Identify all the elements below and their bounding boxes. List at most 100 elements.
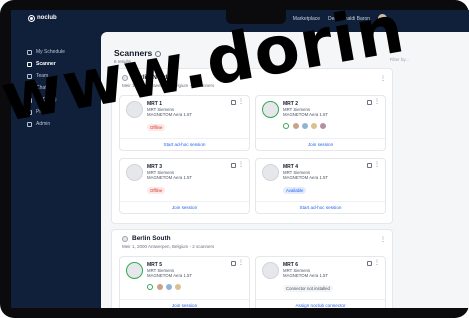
- calendar-icon[interactable]: [231, 261, 236, 266]
- team-icon: [27, 73, 32, 79]
- scanner-image: [126, 262, 143, 279]
- calendar-icon[interactable]: [231, 100, 236, 105]
- main-content: Scanners 6 results Filter by... Berlin N…: [101, 32, 469, 308]
- status-badge: Offline: [147, 124, 166, 131]
- building-icon: [122, 74, 128, 81]
- scanner-icon: [27, 61, 32, 67]
- calendar-icon[interactable]: [367, 163, 372, 168]
- more-icon[interactable]: ⋮: [380, 236, 386, 243]
- join-session-button[interactable]: Join session: [256, 138, 385, 150]
- page-title: Scanners: [114, 48, 162, 58]
- scanner-image: [262, 164, 279, 181]
- help-icon[interactable]: [155, 50, 162, 57]
- scanner-card: MRT 4 MRT Siemens MAGNETOM Aera 1.5T ⋮ A…: [255, 158, 386, 214]
- sidebar: noclub My Schedule Scanner Team Chats (4…: [11, 10, 101, 308]
- scanner-image: [262, 101, 279, 118]
- start-session-button[interactable]: Start ad-hoc session: [120, 138, 249, 150]
- building-icon: [122, 235, 128, 242]
- sidebar-item-label: Profile: [36, 109, 51, 115]
- sidebar-item-todo[interactable]: To Do (4): [23, 94, 97, 106]
- camera-notch: [226, 10, 286, 24]
- calendar-icon[interactable]: [367, 100, 372, 105]
- site-section: Berlin Nord Meir 1, 2000 Antwerpen, Belg…: [111, 68, 393, 224]
- busy-icon: [283, 123, 289, 129]
- status-badge: Offline: [147, 187, 166, 194]
- scanner-card: MRT 3 MRT Siemens MAGNETOM Aera 1.5T ⋮ O…: [119, 158, 250, 214]
- scanner-model: MAGNETOM Aera 1.5T: [283, 273, 329, 278]
- scanner-model: MAGNETOM Aera 1.5T: [147, 112, 193, 117]
- page-title-text: Scanners: [114, 48, 153, 58]
- site-name: Berlin Nord: [122, 74, 214, 81]
- scanner-model: MAGNETOM Aera 1.5T: [283, 175, 329, 180]
- filter-input[interactable]: Filter by...: [390, 57, 409, 62]
- scanner-card: MRT 6 MRT Siemens MAGNETOM Aera 1.5T ⋮ C…: [255, 256, 386, 308]
- calendar-icon[interactable]: [231, 163, 236, 168]
- sidebar-item-label: Admin: [36, 121, 51, 127]
- sidebar-item-my-schedule[interactable]: My Schedule: [23, 46, 97, 58]
- avatar[interactable]: [378, 14, 387, 23]
- sidebar-item-label: To Do (4): [36, 97, 57, 103]
- sidebar-item-label: Team: [36, 73, 49, 79]
- site-name: Berlin South: [122, 235, 214, 242]
- site-header: Berlin Nord Meir 1, 2000 Antwerpen, Belg…: [122, 74, 214, 88]
- scanner-card: MRT 5 MRT Siemens MAGNETOM Aera 1.5T ⋮ J…: [119, 256, 250, 308]
- chat-icon: [27, 85, 32, 91]
- sidebar-item-admin[interactable]: Admin: [23, 118, 97, 130]
- scanner-image: [262, 262, 279, 279]
- avatar: [301, 122, 309, 130]
- logo-icon: [29, 15, 34, 21]
- sidebar-item-scanner[interactable]: Scanner: [23, 58, 97, 70]
- brand-logo[interactable]: noclub: [29, 15, 57, 21]
- more-icon[interactable]: ⋮: [238, 161, 244, 168]
- more-icon[interactable]: ⋮: [374, 161, 380, 168]
- join-session-button[interactable]: Join session: [120, 201, 249, 213]
- app-screen: noclub My Schedule Scanner Team Chats (4…: [11, 10, 469, 308]
- participants: [283, 122, 327, 130]
- avatar: [165, 283, 173, 291]
- more-icon[interactable]: ⋮: [238, 98, 244, 105]
- topbar-right: Marketplace Dek Ronaldi Baron: [293, 14, 387, 23]
- scanner-card: MRT 2 MRT Siemens MAGNETOM Aera 1.5T ⋮ J…: [255, 95, 386, 151]
- more-icon[interactable]: ⋮: [380, 75, 386, 82]
- site-header: Berlin South Meir 1, 2000 Antwerpen, Bel…: [122, 235, 214, 249]
- participants: [147, 283, 182, 291]
- more-icon[interactable]: ⋮: [374, 98, 380, 105]
- sidebar-item-label: My Schedule: [36, 49, 65, 55]
- avatar: [310, 122, 318, 130]
- scanner-image: [126, 101, 143, 118]
- user-name[interactable]: Dek Ronaldi Baron: [328, 16, 370, 22]
- brand-name: noclub: [37, 15, 57, 21]
- busy-icon: [147, 284, 153, 290]
- site-address: Meir 1, 2000 Antwerpen, Belgium - 2 scan…: [122, 83, 215, 88]
- scanner-model: MAGNETOM Aera 1.5T: [283, 112, 329, 117]
- more-icon[interactable]: ⋮: [374, 259, 380, 266]
- sidebar-item-profile[interactable]: Profile: [23, 106, 97, 118]
- todo-icon: [27, 97, 32, 103]
- sidebar-item-team[interactable]: Team: [23, 70, 97, 82]
- site-name-text: Berlin South: [132, 235, 171, 242]
- scanner-card: MRT 1 MRT Siemens MAGNETOM Aera 1.5T ⋮ O…: [119, 95, 250, 151]
- profile-icon: [27, 109, 32, 115]
- scanner-model: MAGNETOM Aera 1.5T: [147, 175, 193, 180]
- avatar: [319, 122, 327, 130]
- status-badge: Connector not installed: [283, 285, 333, 292]
- avatar: [156, 283, 164, 291]
- sidebar-item-label: Chats (4): [36, 85, 57, 91]
- marketplace-link[interactable]: Marketplace: [293, 16, 320, 22]
- join-session-button[interactable]: Join session: [120, 299, 249, 308]
- assign-connector-button[interactable]: Assign noclub connector: [256, 299, 385, 308]
- start-session-button[interactable]: Start ad-hoc session: [256, 201, 385, 213]
- sidebar-item-chats[interactable]: Chats (4): [23, 82, 97, 94]
- sidebar-nav: My Schedule Scanner Team Chats (4) To Do…: [23, 46, 97, 130]
- admin-icon: [27, 121, 32, 127]
- scanner-image: [126, 164, 143, 181]
- calendar-icon[interactable]: [367, 261, 372, 266]
- status-badge: Available: [283, 187, 307, 194]
- site-name-text: Berlin Nord: [132, 74, 168, 81]
- site-address: Meir 1, 2000 Antwerpen, Belgium - 2 scan…: [122, 244, 215, 249]
- results-count: 6 results: [114, 59, 132, 64]
- calendar-icon: [27, 49, 32, 55]
- more-icon[interactable]: ⋮: [238, 259, 244, 266]
- site-section: Berlin South Meir 1, 2000 Antwerpen, Bel…: [111, 229, 393, 308]
- avatar: [292, 122, 300, 130]
